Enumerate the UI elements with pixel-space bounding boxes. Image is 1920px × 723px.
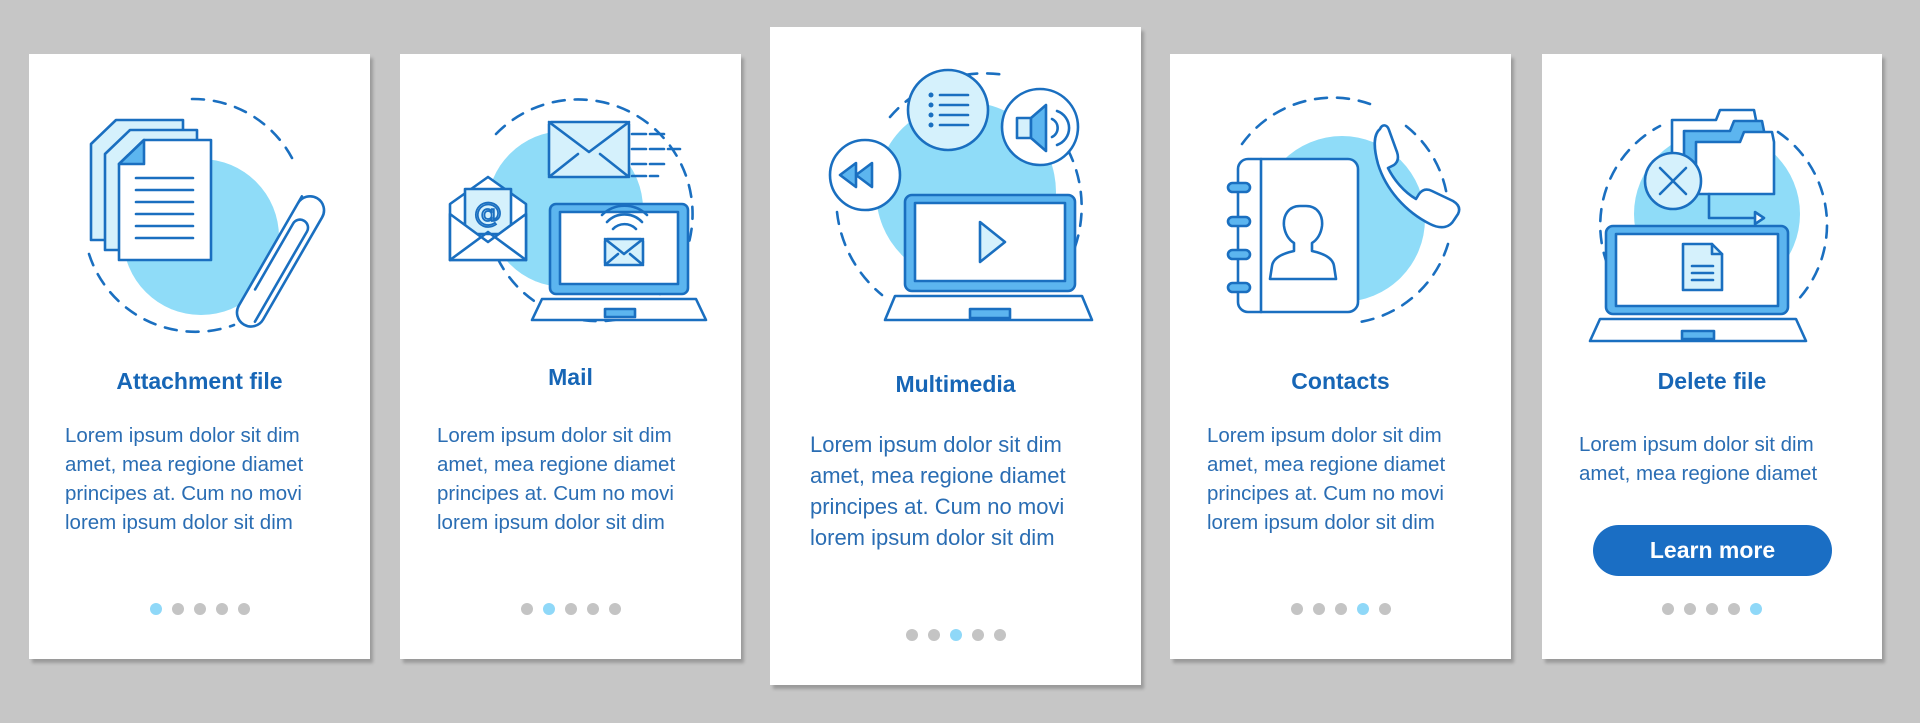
onboarding-card-mail: @ Mail Lorem ipsum dolor sit dim amet, m… <box>400 54 741 659</box>
card-title: Attachment file <box>116 368 283 394</box>
page-dot-2[interactable] <box>927 629 940 641</box>
page-dot-2[interactable] <box>171 603 184 615</box>
card-description: Lorem ipsum dolor sit dim amet, mea regi… <box>810 432 1066 550</box>
page-dot-3[interactable] <box>1706 603 1718 615</box>
page-dot-5[interactable] <box>237 603 250 615</box>
pagination-dots <box>29 603 370 615</box>
multimedia-icon <box>770 27 1141 347</box>
card-description: Lorem ipsum dolor sit dim amet, mea regi… <box>1579 433 1818 485</box>
pagination-dots <box>400 603 741 615</box>
page-dot-4[interactable] <box>586 603 599 615</box>
svg-text:@: @ <box>474 196 502 229</box>
pagination-dots <box>1542 603 1882 615</box>
page-dot-1[interactable] <box>1290 603 1303 615</box>
page-dot-2[interactable] <box>1312 603 1325 615</box>
card-title: Mail <box>548 364 593 390</box>
page-dot-3[interactable] <box>193 603 206 615</box>
page-dot-4[interactable] <box>1356 603 1369 615</box>
page-dot-5[interactable] <box>993 629 1006 641</box>
contacts-icon <box>1170 54 1511 354</box>
page-dot-3[interactable] <box>564 603 577 615</box>
card-description: Lorem ipsum dolor sit dim amet, mea regi… <box>437 424 676 534</box>
card-description: Lorem ipsum dolor sit dim amet, mea regi… <box>1207 424 1446 534</box>
onboarding-card-attachment-file: Attachment file Lorem ipsum dolor sit di… <box>29 54 370 659</box>
card-title: Contacts <box>1291 368 1390 394</box>
attachment-file-icon <box>29 54 370 354</box>
onboarding-card-contacts: Contacts Lorem ipsum dolor sit dim amet,… <box>1170 54 1511 659</box>
page-dot-4[interactable] <box>971 629 984 641</box>
card-description: Lorem ipsum dolor sit dim amet, mea regi… <box>65 424 304 534</box>
page-dot-1[interactable] <box>905 629 918 641</box>
mail-icon: @ <box>400 54 741 354</box>
delete-file-icon <box>1542 54 1882 354</box>
card-title: Delete file <box>1657 368 1767 394</box>
page-dot-2[interactable] <box>1684 603 1696 615</box>
pagination-dots <box>1170 603 1511 615</box>
card-title: Multimedia <box>895 371 1016 397</box>
page-dot-4[interactable] <box>215 603 228 615</box>
page-dot-5[interactable] <box>1750 603 1762 615</box>
page-dot-4[interactable] <box>1728 603 1740 615</box>
page-dot-1[interactable] <box>1662 603 1674 615</box>
page-dot-3[interactable] <box>1334 603 1347 615</box>
page-dot-5[interactable] <box>1378 603 1391 615</box>
pagination-dots <box>770 629 1141 641</box>
page-dot-1[interactable] <box>520 603 533 615</box>
learn-more-button[interactable]: Learn more <box>1593 525 1832 576</box>
page-dot-5[interactable] <box>608 603 621 615</box>
page-dot-1[interactable] <box>149 603 162 615</box>
onboarding-card-multimedia: Multimedia Lorem ipsum dolor sit dim ame… <box>770 27 1141 685</box>
page-dot-2[interactable] <box>542 603 555 615</box>
page-dot-3[interactable] <box>949 629 962 641</box>
onboarding-card-delete-file: Delete file Lorem ipsum dolor sit dim am… <box>1542 54 1882 659</box>
